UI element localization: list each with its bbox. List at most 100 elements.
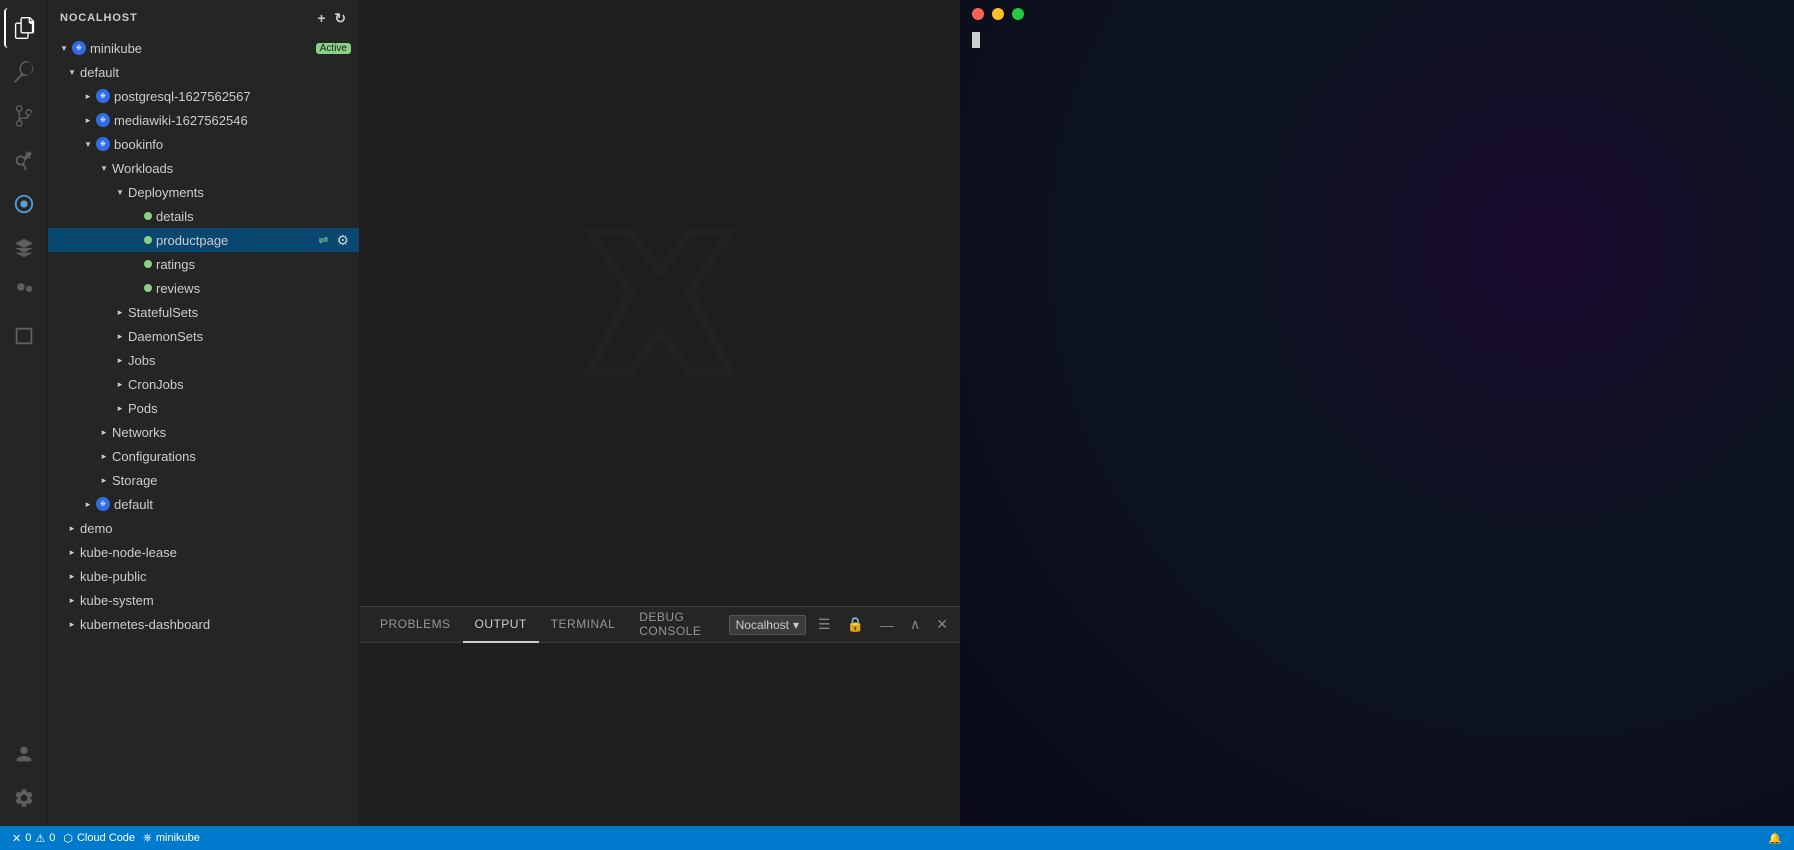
cluster-icon: ⎈ <box>143 832 152 845</box>
tree-arrow-default2 <box>80 496 96 512</box>
tree-item-postgresql[interactable]: ⎈ postgresql-1627562567 <box>48 84 359 108</box>
tree-item-kubernetes-dashboard[interactable]: kubernetes-dashboard <box>48 612 359 636</box>
tree-label-minikube: minikube <box>90 41 312 56</box>
tree-item-statefulsets[interactable]: StatefulSets <box>48 300 359 324</box>
mac-max-btn[interactable] <box>1012 8 1024 20</box>
tree-label-postgresql: postgresql-1627562567 <box>114 89 351 104</box>
sidebar-header-actions: + ↻ <box>317 10 347 27</box>
tree-arrow-configurations <box>96 448 112 464</box>
tree-item-default2[interactable]: ⎈ default <box>48 492 359 516</box>
cloud-icon: ⬡ <box>63 832 73 845</box>
tree-item-daemonsets[interactable]: DaemonSets <box>48 324 359 348</box>
tree-item-workloads[interactable]: Workloads <box>48 156 359 180</box>
close-panel-icon[interactable]: ✕ <box>932 614 952 635</box>
tree-item-details[interactable]: details <box>48 204 359 228</box>
tree-label-kube-system: kube-system <box>80 593 351 608</box>
tree-item-mediawiki[interactable]: ⎈ mediawiki-1627562546 <box>48 108 359 132</box>
list-icon[interactable]: ☰ <box>814 614 835 635</box>
tree-item-kube-public[interactable]: kube-public <box>48 564 359 588</box>
tree-arrow-deployments <box>112 184 128 200</box>
tree-arrow-minikube <box>56 40 72 56</box>
tree-arrow-daemonsets <box>112 328 128 344</box>
status-notifications[interactable]: 🔔 <box>1764 832 1786 845</box>
tree-arrow-storage <box>96 472 112 488</box>
mac-close-btn[interactable] <box>972 8 984 20</box>
tree-arrow-kube-system <box>64 592 80 608</box>
tree-label-details: details <box>156 209 351 224</box>
dev-mode-icon[interactable]: ⇌ <box>316 231 330 249</box>
activity-nocalhost[interactable] <box>4 184 44 224</box>
mac-statusbar <box>960 28 1794 52</box>
settings-icon-productpage[interactable]: ⚙ <box>334 230 351 251</box>
tree-item-ratings[interactable]: ratings <box>48 252 359 276</box>
tree-arrow-statefulsets <box>112 304 128 320</box>
panel-content <box>360 643 960 826</box>
tree-item-demo[interactable]: demo <box>48 516 359 540</box>
tree-arrow-default <box>64 64 80 80</box>
editor-area <box>360 0 960 606</box>
tree-arrow-kube-node-lease <box>64 544 80 560</box>
panel-actions: Nocalhost ▾ ☰ 🔒 — ∧ ✕ <box>729 614 952 635</box>
tree-label-bookinfo: bookinfo <box>114 137 351 152</box>
collapse-icon[interactable]: — <box>876 615 898 635</box>
tree-item-default[interactable]: default <box>48 60 359 84</box>
activity-explorer[interactable] <box>4 8 44 48</box>
tree-label-default: default <box>80 65 351 80</box>
tree-arrow-demo <box>64 520 80 536</box>
tree-item-pods[interactable]: Pods <box>48 396 359 420</box>
tree-label-productpage: productpage <box>156 233 316 248</box>
error-x-icon: ✕ <box>12 832 21 845</box>
dropdown-arrow-icon: ▾ <box>793 618 799 632</box>
panel: PROBLEMS OUTPUT TERMINAL DEBUG CONSOLE N… <box>360 606 960 826</box>
tree-item-kube-node-lease[interactable]: kube-node-lease <box>48 540 359 564</box>
activity-debug[interactable] <box>4 140 44 180</box>
tree-item-cronjobs[interactable]: CronJobs <box>48 372 359 396</box>
refresh-icon[interactable]: ↻ <box>334 10 347 27</box>
tree-label-default2: default <box>114 497 351 512</box>
tree-item-reviews[interactable]: reviews <box>48 276 359 300</box>
lock-icon[interactable]: 🔒 <box>843 614 868 635</box>
tree-item-deployments[interactable]: Deployments <box>48 180 359 204</box>
tree-arrow-networks <box>96 424 112 440</box>
tree-arrow-pods <box>112 400 128 416</box>
tab-terminal[interactable]: TERMINAL <box>539 607 628 643</box>
tree-arrow-workloads <box>96 160 112 176</box>
tree-item-minikube[interactable]: ⎈ minikube Active <box>48 36 359 60</box>
activity-source-control[interactable] <box>4 96 44 136</box>
tree-item-bookinfo[interactable]: ⎈ bookinfo <box>48 132 359 156</box>
tree-label-workloads: Workloads <box>112 161 351 176</box>
tree-item-configurations[interactable]: Configurations <box>48 444 359 468</box>
tab-problems[interactable]: PROBLEMS <box>368 607 463 643</box>
cursor-block <box>972 32 980 48</box>
activity-search[interactable] <box>4 52 44 92</box>
tab-debug-console[interactable]: DEBUG CONSOLE <box>627 607 728 643</box>
badge-active: Active <box>316 43 351 54</box>
status-errors[interactable]: ✕ 0 ⚠ 0 <box>8 832 59 845</box>
output-dropdown[interactable]: Nocalhost ▾ <box>729 615 806 635</box>
tree-label-jobs: Jobs <box>128 353 351 368</box>
tree-label-kube-node-lease: kube-node-lease <box>80 545 351 560</box>
add-icon[interactable]: + <box>317 10 326 26</box>
tree-item-jobs[interactable]: Jobs <box>48 348 359 372</box>
activity-remote[interactable] <box>4 228 44 268</box>
tree-label-daemonsets: DaemonSets <box>128 329 351 344</box>
main-layout: NOCALHOST + ↻ ⎈ minikube Active default … <box>0 0 1794 826</box>
tree-item-storage[interactable]: Storage <box>48 468 359 492</box>
status-cloud-code[interactable]: ⬡ Cloud Code <box>59 832 139 845</box>
tree-actions-productpage: ⇌ ⚙ <box>316 230 351 251</box>
tree-label-statefulsets: StatefulSets <box>128 305 351 320</box>
activity-account[interactable] <box>4 734 44 774</box>
tree-item-networks[interactable]: Networks <box>48 420 359 444</box>
tab-output[interactable]: OUTPUT <box>463 607 539 643</box>
tree-arrow-kube-public <box>64 568 80 584</box>
activity-settings[interactable] <box>4 778 44 818</box>
tree-item-kube-system[interactable]: kube-system <box>48 588 359 612</box>
activity-api[interactable] <box>4 272 44 312</box>
mac-min-btn[interactable] <box>992 8 1004 20</box>
status-cluster[interactable]: ⎈ minikube <box>139 832 204 845</box>
activity-efs[interactable] <box>4 316 44 356</box>
k8s-icon-bookinfo: ⎈ <box>96 137 110 151</box>
tree-item-productpage[interactable]: productpage ⇌ ⚙ <box>48 228 359 252</box>
tree-label-reviews: reviews <box>156 281 351 296</box>
maximize-icon[interactable]: ∧ <box>906 614 924 635</box>
